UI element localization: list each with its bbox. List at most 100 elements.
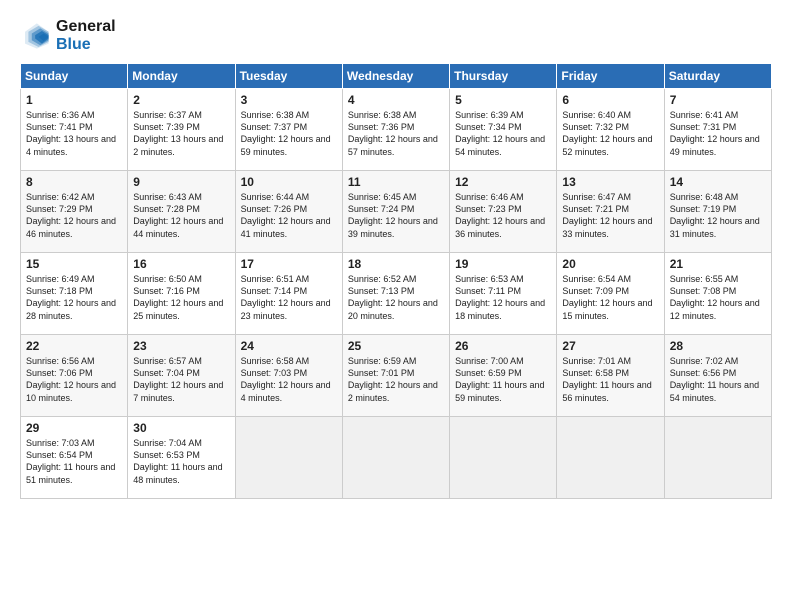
col-thursday: Thursday [450,64,557,89]
day-number: 20 [562,257,658,271]
col-tuesday: Tuesday [235,64,342,89]
day-number: 28 [670,339,766,353]
day-info: Sunrise: 7:04 AMSunset: 6:53 PMDaylight:… [133,437,229,486]
table-row [557,417,664,499]
day-number: 5 [455,93,551,107]
table-row: 9 Sunrise: 6:43 AMSunset: 7:28 PMDaylight… [128,171,235,253]
day-number: 13 [562,175,658,189]
day-info: Sunrise: 6:57 AMSunset: 7:04 PMDaylight:… [133,355,229,404]
table-row: 6Sunrise: 6:40 AMSunset: 7:32 PMDaylight… [557,89,664,171]
table-row: 29 Sunrise: 7:03 AMSunset: 6:54 PMDayligh… [21,417,128,499]
day-number: 25 [348,339,444,353]
day-info: Sunrise: 6:38 AMSunset: 7:37 PMDaylight:… [241,109,337,158]
table-row: 7 Sunrise: 6:41 AMSunset: 7:31 PMDaylight… [664,89,771,171]
table-row: 10 Sunrise: 6:44 AMSunset: 7:26 PMDayligh… [235,171,342,253]
page: General Blue Sunday Monday Tuesday Wedne… [0,0,792,612]
day-info: Sunrise: 6:45 AMSunset: 7:24 PMDaylight:… [348,191,444,240]
table-row [235,417,342,499]
day-number: 15 [26,257,122,271]
calendar-row: 1 Sunrise: 6:36 AMSunset: 7:41 PMDaylight… [21,89,772,171]
table-row: 13 Sunrise: 6:47 AMSunset: 7:21 PMDayligh… [557,171,664,253]
calendar-body: 1 Sunrise: 6:36 AMSunset: 7:41 PMDaylight… [21,89,772,499]
day-info: Sunrise: 6:59 AMSunset: 7:01 PMDaylight:… [348,355,444,404]
table-row: 18Sunrise: 6:52 AMSunset: 7:13 PMDayligh… [342,253,449,335]
day-info: Sunrise: 6:43 AMSunset: 7:28 PMDaylight:… [133,191,229,240]
calendar-row: 8 Sunrise: 6:42 AMSunset: 7:29 PMDaylight… [21,171,772,253]
day-info: Sunrise: 6:56 AMSunset: 7:06 PMDaylight:… [26,355,122,404]
day-number: 16 [133,257,229,271]
table-row: 24 Sunrise: 6:58 AMSunset: 7:03 PMDayligh… [235,335,342,417]
day-info: Sunrise: 6:37 AMSunset: 7:39 PMDaylight:… [133,109,229,158]
day-info: Sunrise: 6:44 AMSunset: 7:26 PMDaylight:… [241,191,337,240]
table-row: 11Sunrise: 6:45 AMSunset: 7:24 PMDayligh… [342,171,449,253]
day-number: 12 [455,175,551,189]
day-info: Sunrise: 7:00 AMSunset: 6:59 PMDaylight:… [455,355,551,404]
day-number: 9 [133,175,229,189]
table-row: 26 Sunrise: 7:00 AMSunset: 6:59 PMDayligh… [450,335,557,417]
calendar-row: 29 Sunrise: 7:03 AMSunset: 6:54 PMDayligh… [21,417,772,499]
day-info: Sunrise: 6:50 AMSunset: 7:16 PMDaylight:… [133,273,229,322]
day-number: 3 [241,93,337,107]
table-row: 4 Sunrise: 6:38 AMSunset: 7:36 PMDaylight… [342,89,449,171]
calendar-table: Sunday Monday Tuesday Wednesday Thursday… [20,63,772,499]
table-row: 21 Sunrise: 6:55 AMSunset: 7:08 PMDayligh… [664,253,771,335]
day-number: 30 [133,421,229,435]
table-row: 20 Sunrise: 6:54 AMSunset: 7:09 PMDayligh… [557,253,664,335]
day-info: Sunrise: 6:39 AMSunset: 7:34 PMDaylight:… [455,109,551,158]
logo: General Blue [20,18,116,53]
day-info: Sunrise: 6:55 AMSunset: 7:08 PMDaylight:… [670,273,766,322]
table-row: 19 Sunrise: 6:53 AMSunset: 7:11 PMDayligh… [450,253,557,335]
table-row: 17 Sunrise: 6:51 AMSunset: 7:14 PMDayligh… [235,253,342,335]
day-number: 6 [562,93,658,107]
day-number: 26 [455,339,551,353]
day-info: Sunrise: 6:58 AMSunset: 7:03 PMDaylight:… [241,355,337,404]
day-info: Sunrise: 7:02 AMSunset: 6:56 PMDaylight:… [670,355,766,404]
table-row: 5 Sunrise: 6:39 AMSunset: 7:34 PMDaylight… [450,89,557,171]
day-info: Sunrise: 6:49 AMSunset: 7:18 PMDaylight:… [26,273,122,322]
day-number: 10 [241,175,337,189]
day-info: Sunrise: 7:01 AMSunset: 6:58 PMDaylight:… [562,355,658,404]
day-number: 29 [26,421,122,435]
day-info: Sunrise: 6:42 AMSunset: 7:29 PMDaylight:… [26,191,122,240]
table-row: 12Sunrise: 6:46 AMSunset: 7:23 PMDayligh… [450,171,557,253]
table-row: 3 Sunrise: 6:38 AMSunset: 7:37 PMDaylight… [235,89,342,171]
day-number: 23 [133,339,229,353]
header: General Blue [20,18,772,53]
day-number: 24 [241,339,337,353]
day-info: Sunrise: 6:51 AMSunset: 7:14 PMDaylight:… [241,273,337,322]
day-number: 19 [455,257,551,271]
col-saturday: Saturday [664,64,771,89]
table-row: 8 Sunrise: 6:42 AMSunset: 7:29 PMDaylight… [21,171,128,253]
logo-text: General Blue [56,18,116,53]
day-number: 21 [670,257,766,271]
day-info: Sunrise: 7:03 AMSunset: 6:54 PMDaylight:… [26,437,122,486]
table-row: 16 Sunrise: 6:50 AMSunset: 7:16 PMDayligh… [128,253,235,335]
day-info: Sunrise: 6:54 AMSunset: 7:09 PMDaylight:… [562,273,658,322]
table-row: 15 Sunrise: 6:49 AMSunset: 7:18 PMDayligh… [21,253,128,335]
col-monday: Monday [128,64,235,89]
day-info: Sunrise: 6:48 AMSunset: 7:19 PMDaylight:… [670,191,766,240]
table-row: 28 Sunrise: 7:02 AMSunset: 6:56 PMDayligh… [664,335,771,417]
table-row: 30 Sunrise: 7:04 AMSunset: 6:53 PMDayligh… [128,417,235,499]
day-number: 4 [348,93,444,107]
table-row: 25 Sunrise: 6:59 AMSunset: 7:01 PMDayligh… [342,335,449,417]
day-info: Sunrise: 6:38 AMSunset: 7:36 PMDaylight:… [348,109,444,158]
day-number: 22 [26,339,122,353]
day-number: 17 [241,257,337,271]
table-row [342,417,449,499]
day-number: 14 [670,175,766,189]
col-sunday: Sunday [21,64,128,89]
day-info: Sunrise: 6:52 AMSunset: 7:13 PMDaylight:… [348,273,444,322]
day-number: 7 [670,93,766,107]
day-info: Sunrise: 6:53 AMSunset: 7:11 PMDaylight:… [455,273,551,322]
table-row: 22 Sunrise: 6:56 AMSunset: 7:06 PMDayligh… [21,335,128,417]
table-row: 1 Sunrise: 6:36 AMSunset: 7:41 PMDaylight… [21,89,128,171]
calendar-row: 15 Sunrise: 6:49 AMSunset: 7:18 PMDayligh… [21,253,772,335]
day-info: Sunrise: 6:36 AMSunset: 7:41 PMDaylight:… [26,109,122,158]
day-info: Sunrise: 6:47 AMSunset: 7:21 PMDaylight:… [562,191,658,240]
day-number: 8 [26,175,122,189]
day-number: 1 [26,93,122,107]
logo-icon [20,20,52,52]
day-info: Sunrise: 6:41 AMSunset: 7:31 PMDaylight:… [670,109,766,158]
day-number: 27 [562,339,658,353]
